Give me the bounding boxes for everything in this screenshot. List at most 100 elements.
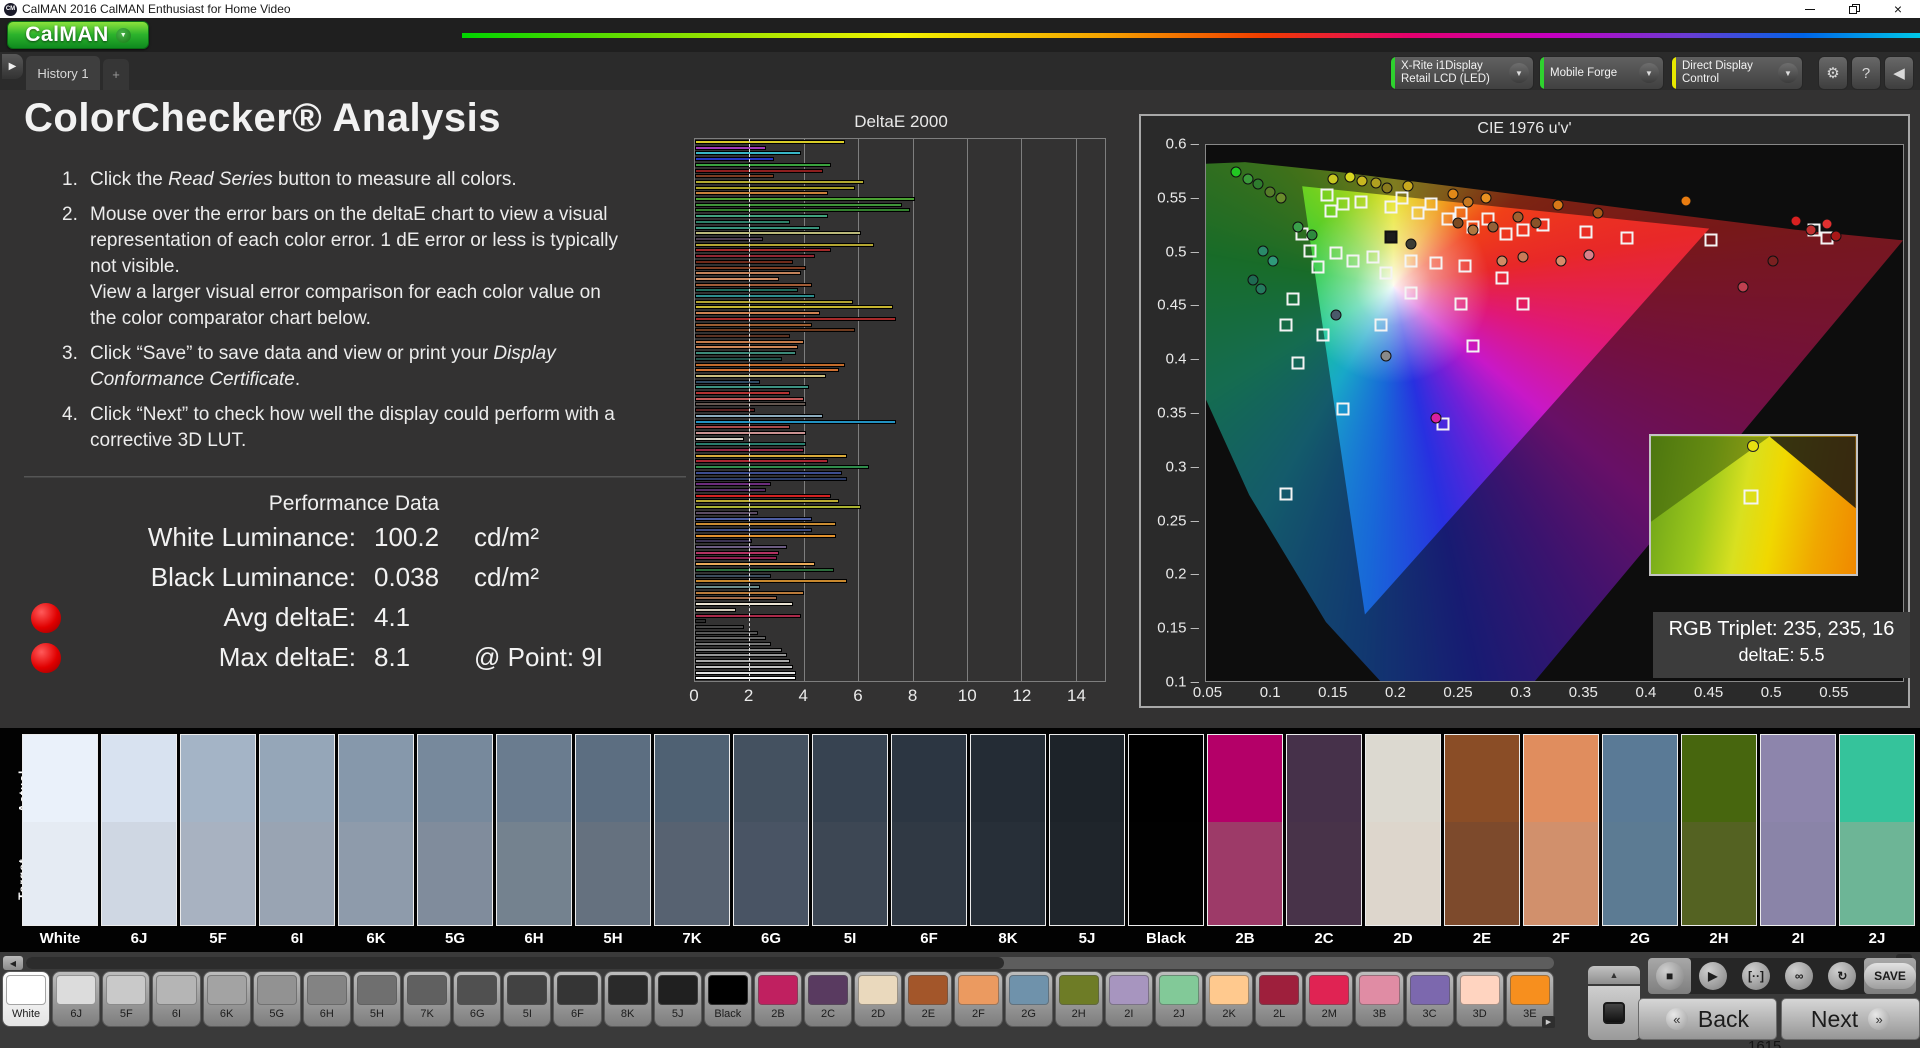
delta-bar[interactable] bbox=[695, 197, 915, 201]
cie-point-target[interactable] bbox=[1321, 188, 1334, 201]
delta-bar[interactable] bbox=[695, 208, 910, 212]
patch-button-2g[interactable]: 2G bbox=[1005, 971, 1053, 1027]
cie-point-target[interactable] bbox=[1429, 257, 1442, 270]
delta-bar[interactable] bbox=[695, 323, 812, 327]
cie-point-target[interactable] bbox=[1579, 225, 1592, 238]
cie-point-target[interactable] bbox=[1367, 251, 1380, 264]
patch-button-2f[interactable]: 2F bbox=[954, 971, 1002, 1027]
patch-button-2d[interactable]: 2D bbox=[854, 971, 902, 1027]
delta-bar[interactable] bbox=[695, 459, 828, 463]
cie-point-measured[interactable] bbox=[1255, 283, 1266, 294]
cie-point-measured[interactable] bbox=[1497, 256, 1508, 267]
delta-bar[interactable] bbox=[695, 380, 760, 384]
cie-point-measured[interactable] bbox=[1593, 207, 1604, 218]
back-button[interactable]: « Back bbox=[1638, 998, 1777, 1040]
delta-bar[interactable] bbox=[695, 317, 896, 321]
delta-bar[interactable] bbox=[695, 191, 828, 195]
delta-bar[interactable] bbox=[695, 408, 755, 412]
patch-button-2m[interactable]: 2M bbox=[1305, 971, 1353, 1027]
workflow-expand-button[interactable]: ▶ bbox=[2, 54, 23, 79]
cie-point-measured[interactable] bbox=[1330, 310, 1341, 321]
tab-add-button[interactable]: + bbox=[103, 59, 129, 90]
delta-bar[interactable] bbox=[695, 363, 845, 367]
delta-bar[interactable] bbox=[695, 146, 766, 150]
cie-point-target[interactable] bbox=[1396, 191, 1409, 204]
cie-point-target[interactable] bbox=[1374, 318, 1387, 331]
cie-point-target[interactable] bbox=[1517, 223, 1530, 236]
delta-bar[interactable] bbox=[695, 556, 777, 560]
cie-point-measured[interactable] bbox=[1380, 351, 1391, 362]
cie-point-measured[interactable] bbox=[1530, 218, 1541, 229]
swatch-scroll-left-button[interactable]: ◀ bbox=[3, 956, 23, 970]
cie-point-target[interactable] bbox=[1458, 259, 1471, 272]
delta-bar[interactable] bbox=[695, 465, 869, 469]
cie-point-measured[interactable] bbox=[1258, 245, 1269, 256]
patch-button-3c[interactable]: 3C bbox=[1406, 971, 1454, 1027]
delta-bar[interactable] bbox=[695, 300, 853, 304]
cie-point-target[interactable] bbox=[1379, 266, 1392, 279]
cie-point-measured[interactable] bbox=[1430, 412, 1441, 423]
delta-bar[interactable] bbox=[695, 614, 801, 618]
restore-button[interactable] bbox=[1832, 0, 1876, 18]
cie-point-target[interactable] bbox=[1620, 232, 1633, 245]
delta-bar[interactable] bbox=[695, 568, 834, 572]
delta-bar[interactable] bbox=[695, 471, 842, 475]
patch-button-6j[interactable]: 6J bbox=[52, 971, 100, 1027]
cie-point-target[interactable] bbox=[1303, 244, 1316, 257]
delta-bar[interactable] bbox=[695, 619, 706, 623]
cie-point-measured[interactable] bbox=[1264, 186, 1275, 197]
cie-point-target[interactable] bbox=[1279, 487, 1292, 500]
delta-bar[interactable] bbox=[695, 420, 896, 424]
delta-bar[interactable] bbox=[695, 402, 806, 406]
cie-point-measured[interactable] bbox=[1468, 224, 1479, 235]
delta-bar[interactable] bbox=[695, 642, 771, 646]
source-dropdown[interactable]: Mobile Forge ▼ bbox=[1539, 56, 1664, 90]
save-button[interactable]: SAVE bbox=[1864, 963, 1916, 989]
delta-bar[interactable] bbox=[695, 528, 812, 532]
cie-point-target[interactable] bbox=[1354, 196, 1367, 209]
delta-bar[interactable] bbox=[695, 551, 779, 555]
cie-point-target[interactable] bbox=[1292, 356, 1305, 369]
cie-point-measured[interactable] bbox=[1738, 281, 1749, 292]
minimize-button[interactable] bbox=[1788, 0, 1832, 18]
delta-bar[interactable] bbox=[695, 220, 790, 224]
delta-bar[interactable] bbox=[695, 260, 793, 264]
delta-bar[interactable] bbox=[695, 151, 801, 155]
tab-history-1[interactable]: History 1 bbox=[26, 56, 100, 90]
patch-button-6f[interactable]: 6F bbox=[553, 971, 601, 1027]
cie-point-target[interactable] bbox=[1329, 246, 1342, 259]
cie-point-measured[interactable] bbox=[1463, 197, 1474, 208]
cie-point-target[interactable] bbox=[1517, 297, 1530, 310]
delta-bar[interactable] bbox=[695, 442, 806, 446]
cie-point-measured[interactable] bbox=[1453, 218, 1464, 229]
loop-button[interactable]: ∞ bbox=[1785, 962, 1813, 990]
delta-bar[interactable] bbox=[695, 431, 806, 435]
display-control-dropdown[interactable]: Direct Display Control ▼ bbox=[1671, 56, 1803, 90]
swatch-scrollbar-thumb[interactable] bbox=[26, 957, 1004, 969]
delta-bar[interactable] bbox=[695, 631, 758, 635]
patch-button-5j[interactable]: 5J bbox=[654, 971, 702, 1027]
swatch-scrollbar[interactable] bbox=[26, 957, 1554, 969]
cie-point-target[interactable] bbox=[1404, 255, 1417, 268]
delta-bar[interactable] bbox=[695, 385, 809, 389]
delta-bar[interactable] bbox=[695, 311, 820, 315]
collapse-toolbar-button[interactable]: ▲ bbox=[1588, 966, 1640, 984]
delta-bar[interactable] bbox=[695, 231, 861, 235]
patch-button-2i[interactable]: 2I bbox=[1105, 971, 1153, 1027]
delta-bar[interactable] bbox=[695, 494, 831, 498]
cie-point-target[interactable] bbox=[1347, 255, 1360, 268]
delta-bar[interactable] bbox=[695, 562, 815, 566]
cie-point-measured[interactable] bbox=[1268, 256, 1279, 267]
cie-point-target[interactable] bbox=[1404, 287, 1417, 300]
cie-point-target[interactable] bbox=[1454, 297, 1467, 310]
patch-button-5f[interactable]: 5F bbox=[102, 971, 150, 1027]
cie-point-target[interactable] bbox=[1496, 272, 1509, 285]
patch-button-5i[interactable]: 5I bbox=[503, 971, 551, 1027]
cie-point-measured[interactable] bbox=[1253, 179, 1264, 190]
delta-bar[interactable] bbox=[695, 243, 874, 247]
delta-bar[interactable] bbox=[695, 226, 820, 230]
patch-button-2h[interactable]: 2H bbox=[1055, 971, 1103, 1027]
cie-point-target[interactable] bbox=[1337, 403, 1350, 416]
patch-button-6g[interactable]: 6G bbox=[453, 971, 501, 1027]
delta-bar[interactable] bbox=[695, 482, 771, 486]
